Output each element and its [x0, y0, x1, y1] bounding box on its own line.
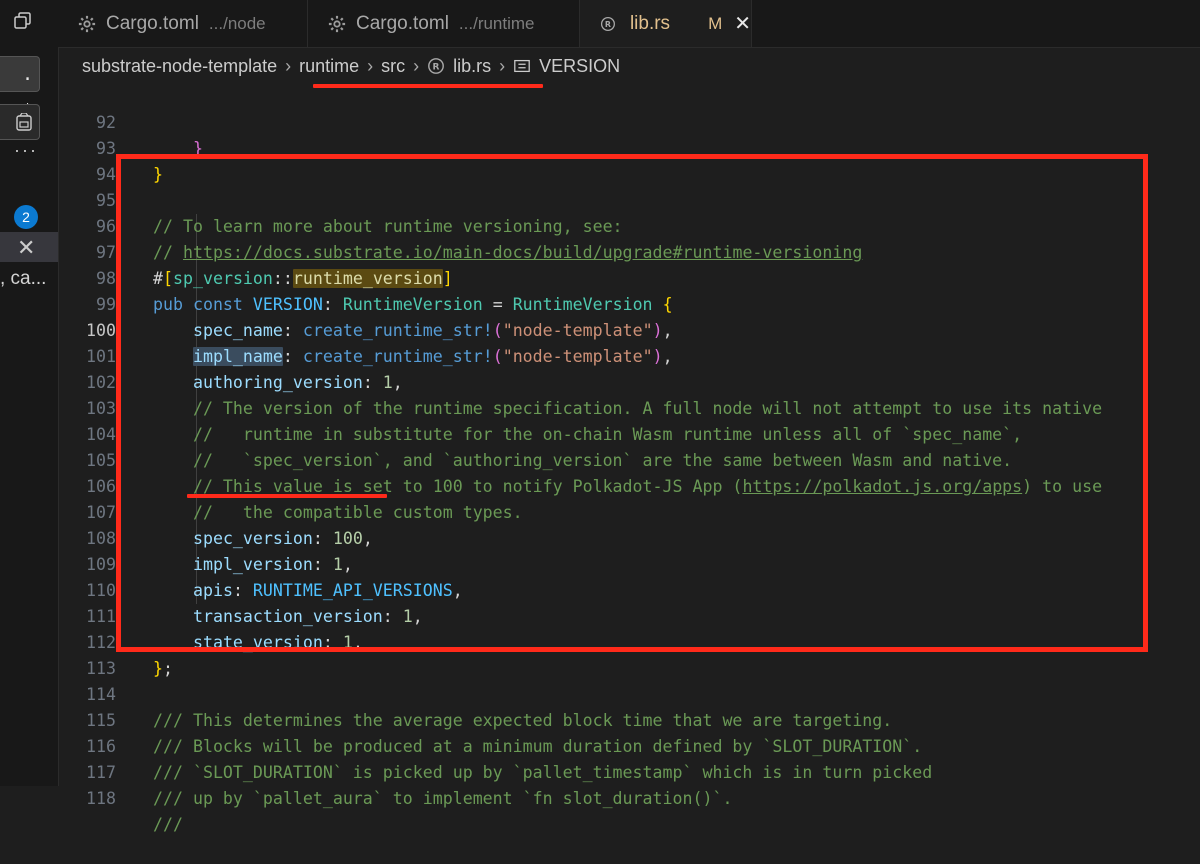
code-line: 98 pub const VERSION: RuntimeVersion = R… — [58, 240, 673, 314]
tab-label: Cargo.toml — [106, 12, 199, 34]
chevron-right-icon: › — [367, 55, 374, 76]
line-number: 118 — [86, 789, 116, 808]
code-line: 117 /// up by `pallet_aura` to implement… — [58, 734, 732, 808]
code-line: 92 } — [58, 84, 203, 158]
breadcrumb-item-version[interactable]: VERSION — [539, 56, 620, 77]
breadcrumb-item-lib-rs[interactable]: lib.rs — [453, 56, 491, 77]
editor-tab-bar: Cargo.toml .../node Cargo.toml .../runti… — [58, 0, 1200, 48]
rust-icon: R — [428, 58, 445, 74]
tab-description: .../node — [208, 13, 266, 33]
tab-cargo-toml-runtime[interactable]: Cargo.toml .../runtime — [308, 0, 580, 47]
side-panel: . .* ··· 2 ✕ , ca... — [0, 0, 59, 786]
chevron-right-icon: › — [285, 55, 292, 76]
svg-text:R: R — [605, 20, 611, 29]
gear-icon — [78, 15, 96, 32]
gear-icon — [328, 15, 346, 32]
code-line: 102 // The version of the runtime specif… — [58, 344, 1102, 418]
close-tab-icon[interactable]: ✕ — [734, 11, 751, 36]
code-line: 115 /// Blocks will be produced at a min… — [58, 682, 922, 756]
tab-description: .../runtime — [458, 13, 535, 33]
rust-icon: R — [600, 16, 615, 31]
symbol-constant-icon — [514, 59, 530, 73]
close-icon[interactable]: ✕ — [17, 235, 35, 261]
replace-all-button[interactable] — [0, 104, 40, 140]
chevron-right-icon: › — [413, 55, 420, 76]
tab-lib-rs[interactable]: R lib.rs M ✕ — [580, 0, 752, 47]
code-line: 110 transaction_version: 1, — [58, 552, 423, 626]
code-line: 111 state_version: 1, — [58, 578, 363, 652]
code-line: 101 authoring_version: 1, — [58, 318, 403, 392]
code-line: 107 spec_version: 100, — [58, 474, 373, 548]
code-line: 113 — [58, 630, 116, 678]
regex-toggle-button[interactable]: . .* — [0, 56, 40, 121]
tab-label: Cargo.toml — [356, 12, 449, 34]
code-line: 104 // `spec_version`, and `authoring_ve… — [58, 396, 1012, 470]
svg-text:R: R — [433, 63, 440, 73]
code-line: 103 // runtime in substitute for the on-… — [58, 370, 1022, 444]
modified-indicator: M — [708, 13, 723, 33]
code-line: 114 /// This determines the average expe… — [58, 656, 892, 730]
code-line: 95 // To learn more about runtime versio… — [58, 162, 623, 236]
code-line: 105 // This value is set to 100 to notif… — [58, 422, 1102, 496]
code-line: 116 /// `SLOT_DURATION` is picked up by … — [58, 708, 932, 782]
code-line: 108 impl_version: 1, — [58, 500, 353, 574]
code-line: 97 #[sp_version::runtime_version] — [58, 214, 453, 288]
tab-cargo-toml-node[interactable]: Cargo.toml .../node — [58, 0, 308, 47]
breadcrumb-item-workspace[interactable]: substrate-node-template — [82, 56, 277, 77]
breadcrumb-item-runtime[interactable]: runtime — [299, 56, 359, 77]
copy-icon[interactable] — [14, 12, 32, 30]
breadcrumb-item-src[interactable]: src — [381, 56, 405, 77]
chevron-right-icon: › — [499, 55, 506, 76]
code-line: 96 // https://docs.substrate.io/main-doc… — [58, 188, 862, 262]
code-line: 100 impl_name: create_runtime_str!("node… — [58, 292, 673, 366]
code-line: 118 /// — [58, 760, 183, 834]
breadcrumb: substrate-node-template › runtime › src … — [82, 52, 620, 80]
code-line: 94 — [58, 136, 116, 184]
more-icon[interactable]: ··· — [14, 140, 38, 161]
result-count-badge: 2 — [14, 205, 38, 229]
code-editor[interactable]: 92 } 93 } 94 95 // To learn more about r… — [58, 84, 1200, 834]
code-line: 106 // the compatible custom types. — [58, 448, 523, 522]
code-line: 112 }; — [58, 604, 173, 678]
code-line: 93 } — [58, 110, 163, 184]
code-line: 109 apis: RUNTIME_API_VERSIONS, — [58, 526, 463, 600]
code-line: 99 spec_name: create_runtime_str!("node-… — [58, 266, 673, 340]
annotation-underline-spec-version — [187, 494, 387, 498]
tab-label: lib.rs — [629, 12, 671, 34]
result-snippet[interactable]: , ca... — [0, 268, 46, 290]
